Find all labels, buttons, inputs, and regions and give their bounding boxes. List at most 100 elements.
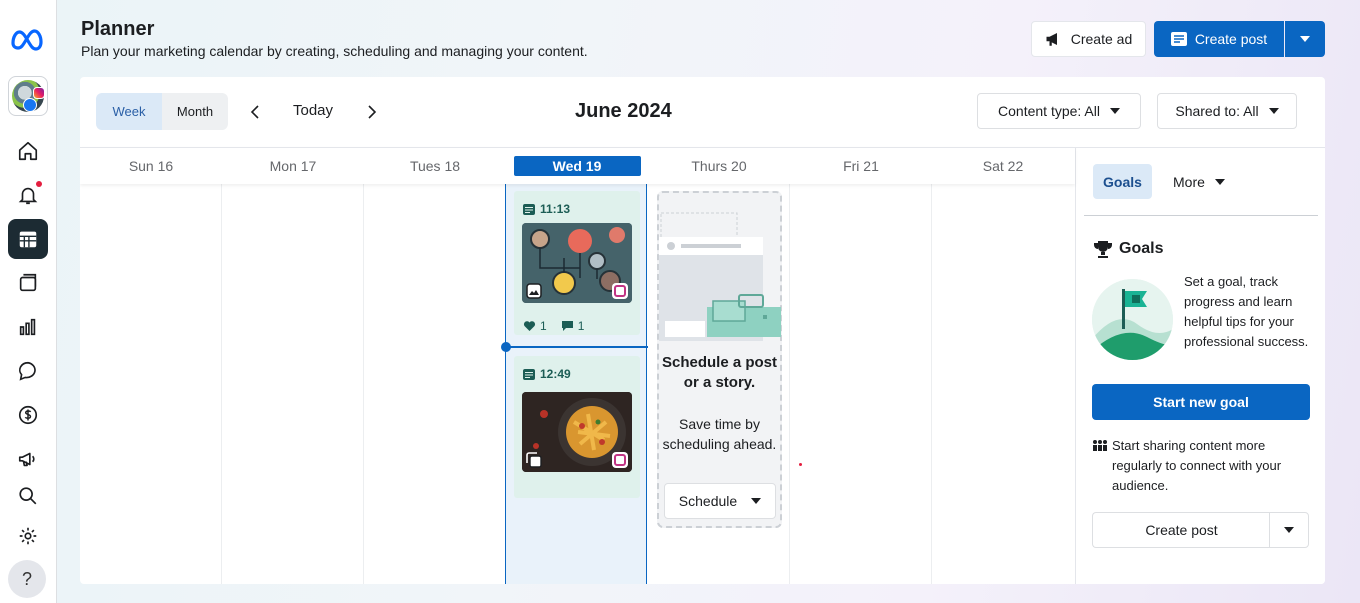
bar-chart-icon (19, 318, 36, 336)
side-create-post-button[interactable]: Create post (1092, 512, 1270, 548)
account-avatar[interactable] (8, 76, 48, 116)
gear-icon (19, 527, 37, 545)
previous-week-button[interactable] (245, 101, 265, 123)
goals-heading: Goals (1093, 240, 1163, 258)
day-header-sat: Sat 22 (982, 158, 1024, 174)
nav-home[interactable] (8, 131, 48, 171)
current-time-line (506, 346, 648, 348)
indicator-dot (799, 463, 802, 466)
view-month-button[interactable]: Month (162, 93, 228, 130)
scheduled-post-card[interactable]: 11:13 1 1 (514, 191, 640, 335)
likes-count: 1 (523, 319, 547, 333)
view-switcher: Week Month (96, 93, 228, 130)
content-type-filter[interactable]: Content type: All (977, 93, 1141, 129)
instagram-icon (612, 283, 628, 299)
flag-hill-illustration (1092, 279, 1173, 360)
content-library-icon (19, 273, 37, 292)
comments-count: 1 (561, 319, 584, 333)
day-header-fri: Fri 21 (843, 158, 879, 174)
carousel-post-icon (526, 452, 542, 468)
day-column-sun[interactable] (80, 184, 222, 584)
nav-ads[interactable] (8, 439, 48, 479)
megaphone-icon (18, 452, 35, 467)
planner-card: Week Month Today June 2024 Content type:… (80, 77, 1325, 584)
goal-tip: Start sharing content more regularly to … (1092, 436, 1314, 496)
meta-logo-icon[interactable] (9, 22, 47, 54)
create-post-label: Create post (1194, 31, 1268, 47)
nav-notifications[interactable] (8, 175, 48, 215)
schedule-card-description: Save time by scheduling ahead. (662, 416, 777, 452)
notification-dot (36, 181, 42, 187)
goals-illustration (1092, 279, 1173, 360)
day-header-wed-current: Wed 19 (506, 148, 648, 184)
nav-settings[interactable] (8, 516, 48, 556)
content-type-label: Content type: All (998, 103, 1100, 119)
tab-goals[interactable]: Goals (1093, 164, 1152, 199)
week-grid: 11:13 1 1 12:49 Schedule a post or a sto… (80, 184, 1075, 584)
shared-to-filter[interactable]: Shared to: All (1157, 93, 1297, 129)
post-thumbnail (522, 392, 632, 472)
goals-description: Set a goal, track progress and learn hel… (1184, 274, 1309, 349)
today-button[interactable]: Today (293, 102, 333, 119)
day-header-mon: Mon 17 (269, 158, 317, 174)
schedule-button-label: Schedule (678, 493, 738, 509)
create-post-dropdown[interactable] (1285, 21, 1325, 57)
view-week-button[interactable]: Week (96, 93, 162, 130)
post-engagement: 1 1 (523, 319, 584, 333)
post-time: 11:13 (523, 202, 570, 216)
week-day-header: Sun 16 Mon 17 Tues 18 Wed 19 Thurs 20 Fr… (80, 147, 1075, 184)
calendar-icon (19, 231, 37, 248)
question-mark-icon: ? (21, 568, 32, 589)
tab-more[interactable]: More (1173, 164, 1225, 199)
day-column-tue[interactable] (364, 184, 506, 584)
image-post-icon (526, 283, 542, 299)
day-column-fri[interactable] (790, 184, 932, 584)
day-header-thu: Thurs 20 (691, 158, 747, 174)
schedule-suggestion-card: Schedule a post or a story. Save time by… (657, 191, 782, 528)
schedule-illustration (659, 212, 781, 341)
caret-down-icon (1300, 36, 1310, 42)
comment-icon (561, 321, 573, 331)
nav-monetization[interactable] (8, 395, 48, 435)
panel-divider (1084, 215, 1318, 216)
megaphone-icon (1046, 33, 1057, 46)
search-icon (19, 487, 37, 505)
nav-planner[interactable] (8, 219, 48, 259)
chevron-right-icon (368, 105, 377, 119)
dollar-icon (18, 405, 38, 425)
day-column-sat[interactable] (932, 184, 1074, 584)
facebook-icon (23, 98, 37, 112)
page-title: Planner (81, 18, 155, 40)
goals-side-panel: Goals More Goals Set a goal, track progr… (1075, 147, 1325, 584)
nav-search[interactable] (8, 476, 48, 516)
next-week-button[interactable] (362, 101, 382, 123)
current-time-marker (501, 342, 511, 352)
bell-icon (18, 187, 38, 205)
create-ad-label: Create ad (1070, 31, 1133, 47)
caret-down-icon (1268, 108, 1279, 114)
create-post-button[interactable]: Create post (1154, 21, 1284, 57)
schedule-card-title: Schedule a post or a story. (661, 354, 778, 391)
post-icon (1170, 32, 1187, 46)
start-new-goal-button[interactable]: Start new goal (1092, 384, 1310, 420)
trophy-icon (1094, 241, 1112, 258)
shared-to-label: Shared to: All (1175, 103, 1259, 119)
schedule-button[interactable]: Schedule (664, 483, 776, 519)
help-button[interactable]: ? (8, 560, 46, 598)
page-subtitle: Plan your marketing calendar by creating… (81, 43, 588, 59)
day-header-sun: Sun 16 (128, 158, 174, 174)
left-nav-rail: ? (0, 0, 57, 603)
instagram-icon (612, 452, 628, 468)
nav-content[interactable] (8, 263, 48, 303)
nav-insights[interactable] (8, 307, 48, 347)
day-column-mon[interactable] (222, 184, 364, 584)
instagram-icon (33, 87, 45, 99)
side-create-post-dropdown[interactable] (1269, 512, 1309, 548)
create-ad-button[interactable]: Create ad (1031, 21, 1146, 57)
post-icon (523, 368, 535, 380)
nav-inbox[interactable] (8, 351, 48, 391)
tab-more-label: More (1173, 173, 1205, 190)
scheduled-post-card[interactable]: 12:49 (514, 356, 640, 498)
crowd-icon (1093, 440, 1107, 451)
caret-down-icon (1109, 108, 1120, 114)
